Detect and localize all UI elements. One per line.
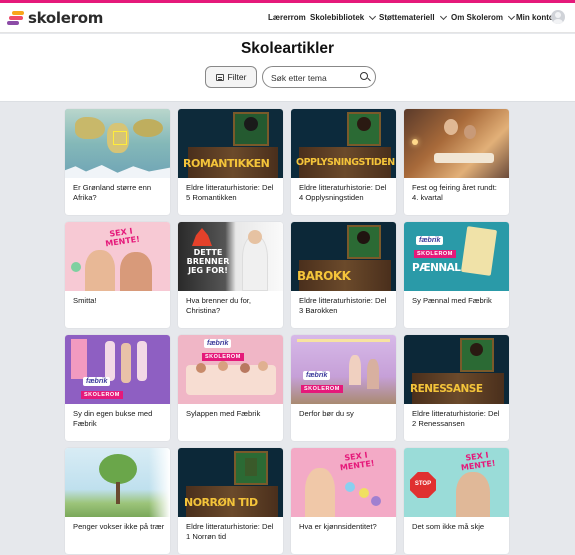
skolerom-badge: SKOLEROM [202,353,244,361]
card-thumbnail-tree [65,448,170,517]
nav-label: Min konto [516,13,554,22]
filter-button[interactable]: Filter [205,66,257,88]
card-thumbnail-fabrik-bukse: fæbrik SKOLEROM [65,335,170,404]
card-title: Hva er kjønnsidentitet? [299,522,377,531]
card-thumbnail-dette-brenner: DETTE BRENNER JEG FOR! [178,222,283,291]
thumb-overlay-text: PÆNNAL [412,262,461,274]
card-title: Penger vokser ikke på trær [73,522,165,531]
fabrik-badge: fæbrik [416,236,444,245]
card-thumbnail-stop: SEX I MENTE! STOP [404,448,509,517]
nav-label: Lærerrom [268,13,306,22]
skolerom-logo-icon [7,10,24,26]
thumb-overlay-text: DETTE BRENNER JEG FOR! [186,248,230,275]
card-title: Eldre litteraturhistorie: Del 2 Renessan… [412,409,500,428]
article-card[interactable]: Er Grønland større enn Afrika? [65,109,170,215]
nav-skolebibliotek[interactable]: Skolebibliotek [310,12,377,22]
article-card[interactable]: OPPLYSNINGSTIDEN Eldre litteraturhistori… [291,109,396,215]
thumb-overlay-text: NORRØN TID [184,496,258,509]
article-card[interactable]: DETTE BRENNER JEG FOR! Hva brenner du fo… [178,222,283,328]
thumb-overlay-text: OPPLYSNINGSTIDEN [296,157,395,168]
nav-label: Om Skolerom [451,13,504,22]
page-title: Skoleartikler [240,40,335,57]
site-header: skolerom Lærerrom Skolebibliotek Støttem… [0,3,575,33]
chevron-down-icon [369,12,377,20]
skolerom-badge: SKOLEROM [301,385,343,393]
article-card[interactable]: fæbrik SKOLEROM Sylappen med Fæbrik [178,335,283,441]
nav-label: Støttemateriell [379,13,435,22]
card-thumbnail-romantikken: ROMANTIKKEN [178,109,283,178]
fabrik-badge: fæbrik [204,339,232,348]
nav-lærerrom[interactable]: Lærerrom [268,13,306,22]
article-card[interactable]: RENESSANSE Eldre litteraturhistorie: Del… [404,335,509,441]
article-card[interactable]: ROMANTIKKEN Eldre litteraturhistorie: De… [178,109,283,215]
search-placeholder: Søk etter tema [271,73,327,83]
filter-label: Filter [227,72,247,82]
article-card[interactable]: fæbrik SKOLEROM PÆNNAL Sy Pænnal med Fæb… [404,222,509,328]
article-card[interactable]: Fest og feiring året rundt: 4. kvartal [404,109,509,215]
thumb-overlay-text: RENESSANSE [410,383,483,395]
card-thumbnail-sex-i-mente-2: SEX I MENTE! [291,448,396,517]
article-card[interactable]: SEX I MENTE! STOP Det som ikke må skje [404,448,509,554]
stop-label: STOP [414,481,432,487]
card-thumbnail-map [65,109,170,178]
card-title: Smitta! [73,296,97,305]
article-card[interactable]: fæbrik SKOLEROM Derfor bør du sy [291,335,396,441]
user-avatar-icon[interactable] [551,10,565,24]
card-thumbnail-photo [404,109,509,178]
card-thumbnail-fabrik-sylappen: fæbrik SKOLEROM [178,335,283,404]
chevron-down-icon [439,12,447,20]
nav-om-skolerom[interactable]: Om Skolerom [451,12,516,22]
article-card[interactable]: SEX I MENTE! Hva er kjønnsidentitet? [291,448,396,554]
skolerom-badge: SKOLEROM [81,391,123,399]
filter-icon [215,73,224,81]
card-title: Sy Pænnal med Fæbrik [412,296,492,305]
card-thumbnail-norron-tid: NORRØN TID [178,448,283,517]
nav-label: Skolebibliotek [310,13,365,22]
nav-min-konto[interactable]: Min konto [516,13,554,22]
article-card[interactable]: NORRØN TID Eldre litteraturhistorie: Del… [178,448,283,554]
thumb-overlay-text: SEX I MENTE! [339,450,376,473]
card-title: Sy din egen bukse med Fæbrik [73,409,153,428]
card-thumbnail-sex-i-mente: SEX I MENTE! [65,222,170,291]
fabrik-badge: fæbrik [303,371,331,380]
article-card[interactable]: Penger vokser ikke på trær [65,448,170,554]
article-card[interactable]: BAROKK Eldre litteraturhistorie: Del 3 B… [291,222,396,328]
logo-text: skolerom [28,9,104,27]
thumb-overlay-text: ROMANTIKKEN [183,157,270,170]
card-title: Eldre litteraturhistorie: Del 5 Romantik… [186,183,274,202]
card-title: Er Grønland større enn Afrika? [73,183,152,202]
card-title: Eldre litteraturhistorie: Del 3 Barokken [299,296,387,315]
card-title: Eldre litteraturhistorie: Del 1 Norrøn t… [186,522,274,541]
card-title: Eldre litteraturhistorie: Del 4 Opplysni… [299,183,387,202]
chevron-down-icon [507,12,516,20]
nav-støttemateriell[interactable]: Støttemateriell [379,12,447,22]
card-thumbnail-renessanse: RENESSANSE [404,335,509,404]
page-header: Skoleartikler Filter Søk etter tema [0,34,575,102]
card-title: Det som ikke må skje [412,522,485,531]
skolerom-badge: SKOLEROM [414,250,456,258]
card-title: Derfor bør du sy [299,409,354,418]
search-input[interactable]: Søk etter tema [262,66,376,88]
thumb-overlay-text: BAROKK [297,269,351,283]
card-thumbnail-fabrik-pennal: fæbrik SKOLEROM PÆNNAL [404,222,509,291]
article-card[interactable]: SEX I MENTE! Smitta! [65,222,170,328]
fabrik-badge: fæbrik [83,377,111,386]
skolerom-logo[interactable]: skolerom [7,9,103,27]
article-card[interactable]: fæbrik SKOLEROM Sy din egen bukse med Fæ… [65,335,170,441]
card-thumbnail-fabrik-derfor: fæbrik SKOLEROM [291,335,396,404]
card-title: Fest og feiring året rundt: 4. kvartal [412,183,497,202]
card-thumbnail-opplysningstiden: OPPLYSNINGSTIDEN [291,109,396,178]
search-icon[interactable] [360,72,368,80]
card-title: Sylappen med Fæbrik [186,409,261,418]
card-title: Hva brenner du for, Christina? [186,296,252,315]
thumb-overlay-text: SEX I MENTE! [104,226,141,249]
card-thumbnail-barokk: BAROKK [291,222,396,291]
